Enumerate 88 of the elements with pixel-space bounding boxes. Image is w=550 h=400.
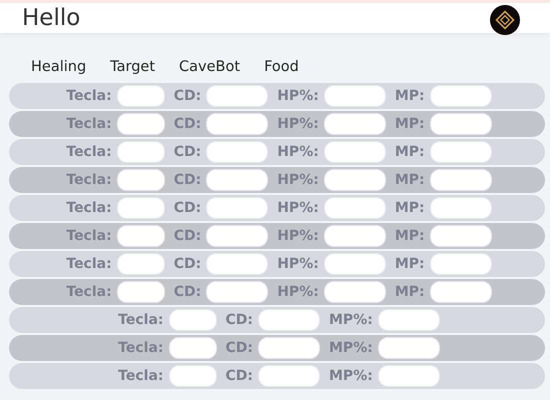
input-field[interactable] [324, 85, 386, 107]
field-label: Tecla: [66, 256, 112, 272]
input-field[interactable] [324, 225, 386, 247]
input-field[interactable] [206, 113, 268, 135]
input-field[interactable] [430, 169, 492, 191]
field-label: Tecla: [66, 172, 112, 188]
field-label: CD: [174, 256, 202, 272]
field-label: CD: [174, 116, 202, 132]
input-field[interactable] [430, 281, 492, 303]
input-field[interactable] [206, 281, 268, 303]
input-field[interactable] [206, 253, 268, 275]
input-field[interactable] [430, 253, 492, 275]
input-field[interactable] [258, 337, 320, 359]
field-label: Tecla: [118, 340, 164, 356]
field-label: Tecla: [66, 228, 112, 244]
input-field[interactable] [430, 141, 492, 163]
input-field[interactable] [378, 309, 440, 331]
page-title: Hello [22, 5, 80, 31]
input-field[interactable] [116, 225, 165, 247]
diamond-logo-icon[interactable] [490, 4, 520, 34]
field-label: MP: [394, 116, 425, 132]
field-label: Tecla: [118, 312, 164, 328]
input-field[interactable] [378, 337, 440, 359]
input-field[interactable] [378, 365, 440, 387]
input-field[interactable] [168, 309, 216, 331]
field-label: Tecla: [66, 200, 112, 216]
field-label: CD: [174, 144, 202, 160]
tab[interactable]: Target [110, 59, 156, 83]
field-label: MP: [394, 228, 425, 244]
field-label: CD: [174, 88, 202, 104]
input-field[interactable] [116, 197, 165, 219]
field-label: HP%: [277, 256, 319, 272]
input-field[interactable] [430, 113, 492, 135]
tab[interactable]: CaveBot [179, 59, 240, 83]
input-field[interactable] [258, 365, 320, 387]
field-label: MP%: [329, 368, 373, 384]
field-label: CD: [174, 228, 202, 244]
field-label: MP: [394, 200, 425, 216]
input-field[interactable] [206, 225, 268, 247]
input-field[interactable] [430, 197, 492, 219]
input-field[interactable] [258, 309, 320, 331]
input-field[interactable] [168, 365, 216, 387]
input-field[interactable] [324, 113, 386, 135]
field-label: CD: [226, 340, 253, 356]
field-label: MP%: [329, 312, 373, 328]
input-field[interactable] [116, 85, 165, 107]
field-label: MP: [394, 144, 425, 160]
field-label: HP%: [277, 200, 319, 216]
field-label: HP%: [277, 228, 319, 244]
tab[interactable]: Food [264, 59, 299, 83]
input-field[interactable] [206, 169, 268, 191]
field-label: HP%: [277, 88, 319, 104]
field-label: Tecla: [66, 144, 112, 160]
field-label: MP: [394, 256, 425, 272]
input-field[interactable] [116, 281, 165, 303]
input-field[interactable] [324, 253, 386, 275]
field-label: MP: [394, 88, 425, 104]
field-label: CD: [174, 200, 202, 216]
field-label: CD: [174, 172, 202, 188]
input-field[interactable] [324, 281, 386, 303]
input-field[interactable] [324, 169, 386, 191]
input-field[interactable] [206, 141, 268, 163]
input-field[interactable] [206, 85, 268, 107]
input-field[interactable] [430, 225, 492, 247]
tab[interactable]: Healing [31, 59, 86, 83]
field-label: CD: [174, 284, 202, 300]
input-field[interactable] [168, 337, 216, 359]
field-label: Tecla: [118, 368, 164, 384]
input-field[interactable] [116, 169, 165, 191]
input-field[interactable] [206, 197, 268, 219]
field-label: CD: [226, 368, 253, 384]
field-label: Tecla: [66, 116, 112, 132]
field-label: MP: [394, 172, 425, 188]
field-label: HP%: [277, 116, 319, 132]
input-field[interactable] [116, 113, 165, 135]
input-field[interactable] [116, 141, 165, 163]
input-field[interactable] [324, 197, 386, 219]
field-label: HP%: [277, 172, 319, 188]
input-field[interactable] [116, 253, 165, 275]
field-label: HP%: [277, 144, 319, 160]
field-label: Tecla: [66, 88, 112, 104]
input-field[interactable] [430, 85, 492, 107]
input-field[interactable] [324, 141, 386, 163]
field-label: MP%: [329, 340, 373, 356]
field-label: Tecla: [66, 284, 112, 300]
field-label: MP: [394, 284, 425, 300]
field-label: HP%: [277, 284, 319, 300]
field-label: CD: [226, 312, 253, 328]
